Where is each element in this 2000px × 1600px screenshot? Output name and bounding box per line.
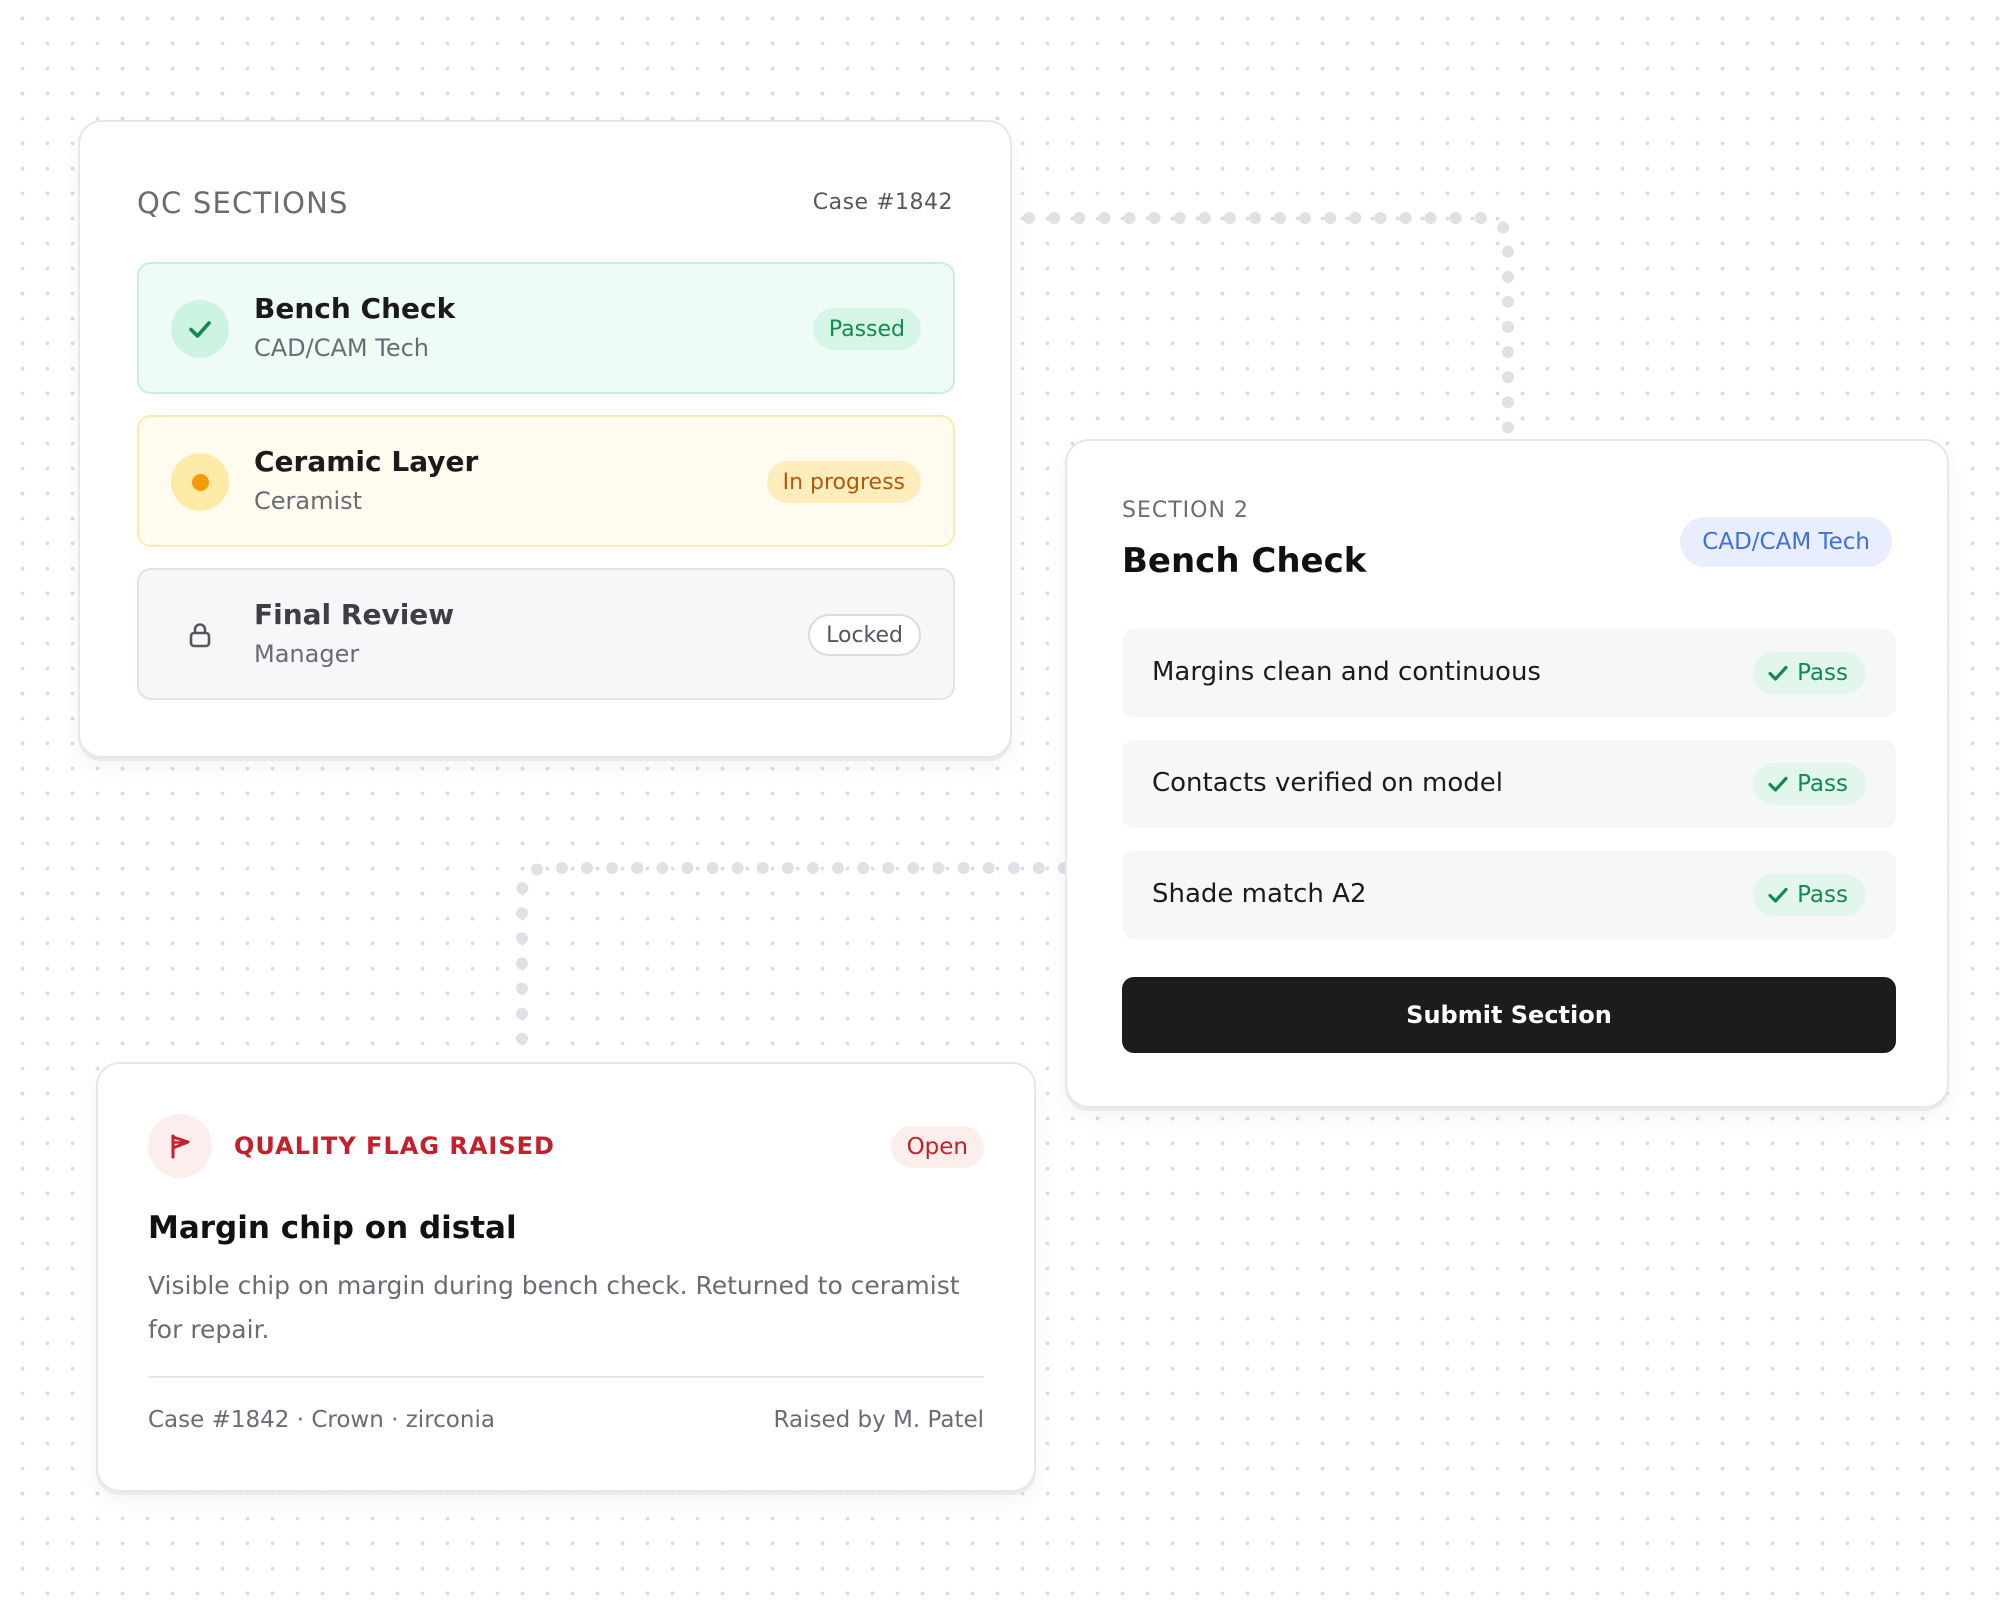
pass-label: Pass [1797, 660, 1848, 686]
pass-badge[interactable]: Pass [1753, 874, 1866, 916]
pass-badge[interactable]: Pass [1753, 763, 1866, 805]
section-name: Ceramic Layer [254, 445, 479, 478]
case-number: Case #1842 [812, 190, 953, 215]
divider [148, 1376, 984, 1378]
qc-sections-header: QC SECTIONS Case #1842 [137, 184, 953, 224]
flag-raised-by: Raised by M. Patel [773, 1407, 984, 1433]
check-icon [171, 300, 229, 358]
section-role: Ceramist [254, 487, 363, 515]
flag-icon [148, 1114, 212, 1178]
section-role: CAD/CAM Tech [254, 334, 430, 362]
flag-case-meta: Case #1842 · Crown · zirconia [148, 1407, 495, 1433]
status-badge-open: Open [890, 1126, 984, 1168]
submit-section-button[interactable]: Submit Section [1122, 977, 1896, 1053]
status-badge-passed: Passed [812, 308, 921, 350]
check-icon [1768, 665, 1788, 681]
section-row-final-review[interactable]: Final Review Manager Locked [137, 568, 955, 700]
section-row-bench-check[interactable]: Bench Check CAD/CAM Tech Passed [137, 262, 955, 394]
section-name: Final Review [254, 598, 455, 631]
role-badge: CAD/CAM Tech [1680, 517, 1892, 567]
quality-flag-card: QUALITY FLAG RAISED Open Margin chip on … [96, 1062, 1036, 1492]
flag-title: Margin chip on distal [148, 1210, 517, 1246]
flag-description: Visible chip on margin during bench chec… [148, 1271, 960, 1344]
check-item-contacts[interactable]: Contacts verified on model Pass [1122, 740, 1896, 828]
section-title: Bench Check [1122, 541, 1367, 581]
check-item-shade[interactable]: Shade match A2 Pass [1122, 851, 1896, 939]
section-detail-card: SECTION 2 Bench Check CAD/CAM Tech Margi… [1065, 439, 1949, 1108]
pass-label: Pass [1797, 882, 1848, 908]
check-icon [1768, 887, 1788, 903]
flag-label: QUALITY FLAG RAISED [234, 1132, 555, 1160]
section-role: Manager [254, 640, 360, 668]
progress-dot-icon [171, 453, 229, 511]
section-name: Bench Check [254, 292, 456, 325]
section-kicker: SECTION 2 [1122, 498, 1249, 523]
check-item-label: Margins clean and continuous [1152, 657, 1541, 687]
check-item-label: Shade match A2 [1152, 879, 1367, 909]
status-badge-in-progress: In progress [766, 461, 921, 503]
lock-icon [171, 606, 229, 664]
check-item-label: Contacts verified on model [1152, 768, 1504, 798]
status-badge-locked: Locked [808, 614, 921, 656]
qc-sections-card: QC SECTIONS Case #1842 Bench Check CAD/C… [78, 120, 1012, 758]
pass-label: Pass [1797, 771, 1848, 797]
qc-sections-title: QC SECTIONS [137, 186, 349, 220]
section-row-ceramic-layer[interactable]: Ceramic Layer Ceramist In progress [137, 415, 955, 547]
pass-badge[interactable]: Pass [1753, 652, 1866, 694]
check-item-margins[interactable]: Margins clean and continuous Pass [1122, 629, 1896, 717]
check-icon [1768, 776, 1788, 792]
